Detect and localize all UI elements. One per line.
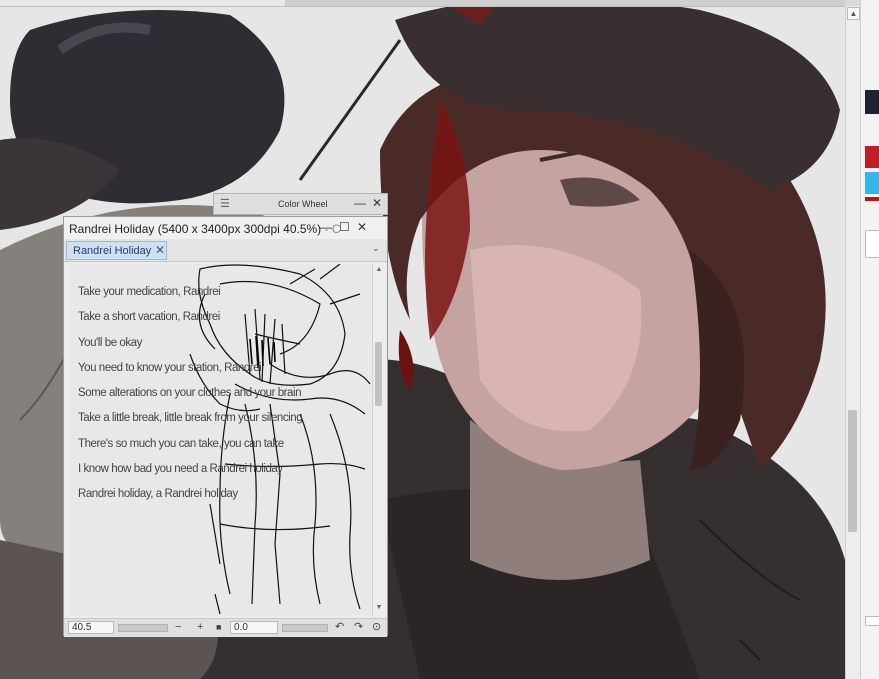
rotate-right-icon[interactable]: ↷ — [354, 621, 363, 634]
color-wheel-title: Color Wheel — [278, 199, 328, 209]
document-vertical-scrollbar[interactable]: ▲ ▼ — [372, 264, 385, 615]
right-side-panel-edge — [860, 0, 879, 679]
lyric-line: Take a short vacation, Randrei — [78, 311, 220, 324]
lyric-line: Take a little break, little break from y… — [78, 412, 303, 425]
tab-randrei-holiday[interactable]: Randrei Holiday ✕ — [66, 241, 167, 260]
zoom-slider[interactable] — [118, 624, 168, 632]
close-icon[interactable]: ✕ — [357, 220, 367, 234]
window-title: Randrei Holiday (5400 x 3400px 300dpi 40… — [69, 222, 341, 236]
lyric-line: Randrei holiday, a Randrei holiday — [78, 488, 238, 501]
rotation-field[interactable]: 0.0 — [230, 621, 278, 634]
lyric-line: There's so much you can take, you can ta… — [78, 437, 284, 450]
window-titlebar[interactable]: Randrei Holiday (5400 x 3400px 300dpi 40… — [64, 217, 387, 239]
zoom-field[interactable]: 40.5 — [68, 621, 114, 634]
lyrics-text-block: Take your medication, Randrei Take a sho… — [78, 284, 371, 512]
scroll-up-arrow-icon[interactable]: ▲ — [847, 7, 860, 20]
color-swatch-red[interactable] — [865, 146, 879, 168]
document-window[interactable]: Randrei Holiday (5400 x 3400px 300dpi 40… — [63, 216, 388, 637]
panel-button[interactable] — [865, 230, 879, 258]
rotate-left-icon[interactable]: ↶ — [335, 621, 344, 634]
panel-field[interactable] — [865, 616, 879, 626]
minimize-icon[interactable]: — — [320, 220, 332, 234]
zoom-out-icon[interactable]: − — [175, 621, 181, 634]
lyric-line: Take your medication, Randrei — [78, 286, 221, 298]
scroll-down-arrow-icon[interactable]: ▼ — [374, 603, 384, 613]
hamburger-icon[interactable]: ☰ — [220, 197, 230, 210]
lyric-line: Some alterations on your clothes and you… — [78, 387, 302, 400]
lyric-line: You need to know your station, Randrei — [78, 361, 262, 374]
close-icon[interactable]: ✕ — [372, 196, 382, 210]
tab-label: Randrei Holiday — [73, 245, 152, 257]
panel-swatch-dark[interactable] — [865, 90, 879, 114]
tab-stub[interactable] — [0, 0, 286, 6]
stop-icon[interactable]: ■ — [216, 621, 221, 634]
document-tab-bar: Randrei Holiday ✕ ⌄ — [64, 239, 387, 262]
color-wheel-panel[interactable]: ☰ Color Wheel — ✕ — [213, 193, 388, 215]
rotation-slider[interactable] — [282, 624, 328, 632]
tab-close-icon[interactable]: ✕ — [155, 243, 165, 257]
document-status-bar: 40.5 − + ■ 0.0 ↶ ↷ ⊙ — [64, 618, 387, 637]
color-strip — [865, 197, 879, 201]
lyric-line: You'll be okay — [78, 336, 142, 349]
scrollbar-thumb[interactable] — [375, 342, 382, 406]
scrollbar-thumb[interactable] — [848, 410, 857, 532]
reset-rotation-icon[interactable]: ⊙ — [372, 621, 381, 634]
chevron-down-icon[interactable]: ⌄ — [372, 243, 380, 254]
minimize-icon[interactable]: — — [354, 196, 366, 210]
canvas-vertical-scrollbar[interactable]: ▲ — [845, 6, 860, 679]
zoom-in-icon[interactable]: + — [197, 621, 203, 634]
color-swatch-cyan[interactable] — [865, 172, 879, 194]
document-canvas[interactable]: Take your medication, Randrei Take a sho… — [70, 264, 371, 615]
scroll-up-arrow-icon[interactable]: ▲ — [374, 265, 384, 275]
lyric-line: I know how bad you need a Randrei holida… — [78, 463, 283, 476]
maximize-icon[interactable]: ☐ — [339, 220, 350, 234]
top-tab-strip — [0, 0, 845, 7]
